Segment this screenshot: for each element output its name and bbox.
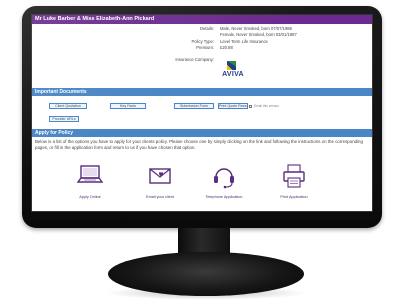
submission-form-button[interactable]: Submission Form (174, 103, 214, 109)
email-client-option[interactable]: Email your client (130, 161, 190, 203)
client-names-header: Mr Luke Barber & Miss Elizabeth-Ann Pick… (32, 15, 372, 24)
print-application-option[interactable]: Print Application (264, 161, 324, 203)
aviva-logo-text: AVIVA (222, 71, 244, 78)
documents-heading: Important Documents (32, 88, 372, 96)
documents-section: Client Quotation Key Facts Submission Fo… (32, 96, 372, 129)
email-version-label: Email this version (254, 104, 279, 108)
detail-label: Insurance Company: (175, 57, 214, 62)
detail-label: Details: (200, 26, 214, 31)
key-facts-button[interactable]: Key Facts (110, 103, 146, 109)
envelope-icon (149, 168, 171, 184)
apply-online-option[interactable]: Apply Online (60, 161, 120, 203)
provider-urls-button[interactable]: Provider URLs (49, 116, 79, 122)
printer-icon (283, 164, 305, 188)
aviva-logo: AVIVA (217, 61, 249, 81)
print-application-label: Print Application (280, 195, 308, 199)
monitor-base (108, 252, 304, 296)
telephone-application-option[interactable]: Telephone Application (194, 161, 254, 203)
email-version-checkbox[interactable] (249, 105, 252, 108)
detail-value: £20.88 (220, 45, 233, 50)
email-client-label: Email your client (146, 195, 174, 199)
print-quote-research-button[interactable]: Print Quote Research (218, 103, 248, 109)
telephone-application-label: Telephone Application (205, 195, 243, 199)
aviva-flag-icon (227, 61, 236, 70)
policy-details: Details: Male, Never Smoked, born 07/07/… (32, 24, 372, 88)
apply-heading: Apply for Policy (32, 129, 372, 137)
detail-label: Premium: (196, 45, 214, 50)
client-quotation-button[interactable]: Client Quotation (49, 103, 87, 109)
headset-icon (214, 168, 234, 189)
apply-intro-text: Below is a list of the options you have … (35, 139, 363, 150)
laptop-icon (76, 165, 104, 183)
apply-online-label: Apply Online (79, 195, 101, 199)
detail-value: Female, Never Smoked, born 03/01/1987 (220, 32, 297, 37)
screen: Mr Luke Barber & Miss Elizabeth-Ann Pick… (31, 14, 373, 212)
